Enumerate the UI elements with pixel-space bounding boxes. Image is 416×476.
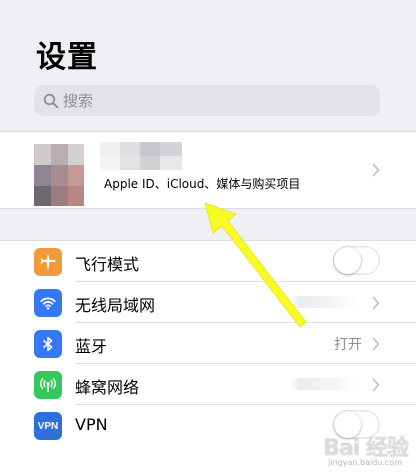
airplane-mode-toggle[interactable] [333, 246, 380, 275]
chevron-right-icon [372, 296, 380, 310]
settings-row-label: 飞行模式 [75, 255, 140, 274]
chevron-right-icon [372, 163, 380, 177]
settings-row-wifi[interactable]: 无线局域网 [0, 282, 416, 323]
vpn-icon: VPN [34, 412, 62, 440]
toggle-knob [334, 247, 361, 274]
wifi-icon [34, 289, 62, 317]
settings-row-airplane-mode[interactable]: 飞行模式 [0, 241, 416, 282]
settings-row-label: 蓝牙 [75, 337, 108, 356]
account-subtitle: Apple ID、iCloud、媒体与购买项目 [104, 177, 301, 191]
settings-row-label: 无线局域网 [75, 296, 156, 315]
vpn-icon-text: VPN [37, 420, 59, 432]
bluetooth-icon [34, 330, 62, 358]
watermark-url: jingyan.baidu.com [328, 458, 402, 467]
chevron-right-icon [372, 378, 380, 392]
apple-id-card[interactable]: Apple ID、iCloud、媒体与购买项目 [0, 131, 416, 209]
page-title: 设置 [36, 40, 98, 75]
search-icon [43, 93, 59, 108]
cellular-icon [34, 371, 62, 399]
settings-row-label: 蜂窝网络 [75, 378, 140, 397]
settings-screen: 设置 搜索 Apple ID、iCloud、媒体与购买项目 飞行模式 无线局域网… [0, 0, 416, 476]
airplane-icon [34, 248, 62, 276]
wifi-network-name-blurred [290, 296, 358, 308]
account-name-blurred [100, 142, 182, 170]
settings-row-label: VPN [75, 415, 108, 434]
settings-row-cellular[interactable]: 蜂窝网络 [0, 364, 416, 405]
search-bar[interactable]: 搜索 [34, 85, 380, 116]
carrier-name-blurred [290, 378, 358, 390]
settings-row-bluetooth[interactable]: 蓝牙 打开 [0, 323, 416, 364]
bluetooth-status: 打开 [334, 337, 362, 353]
chevron-right-icon [372, 337, 380, 351]
avatar [34, 144, 84, 206]
search-input[interactable]: 搜索 [63, 90, 93, 111]
